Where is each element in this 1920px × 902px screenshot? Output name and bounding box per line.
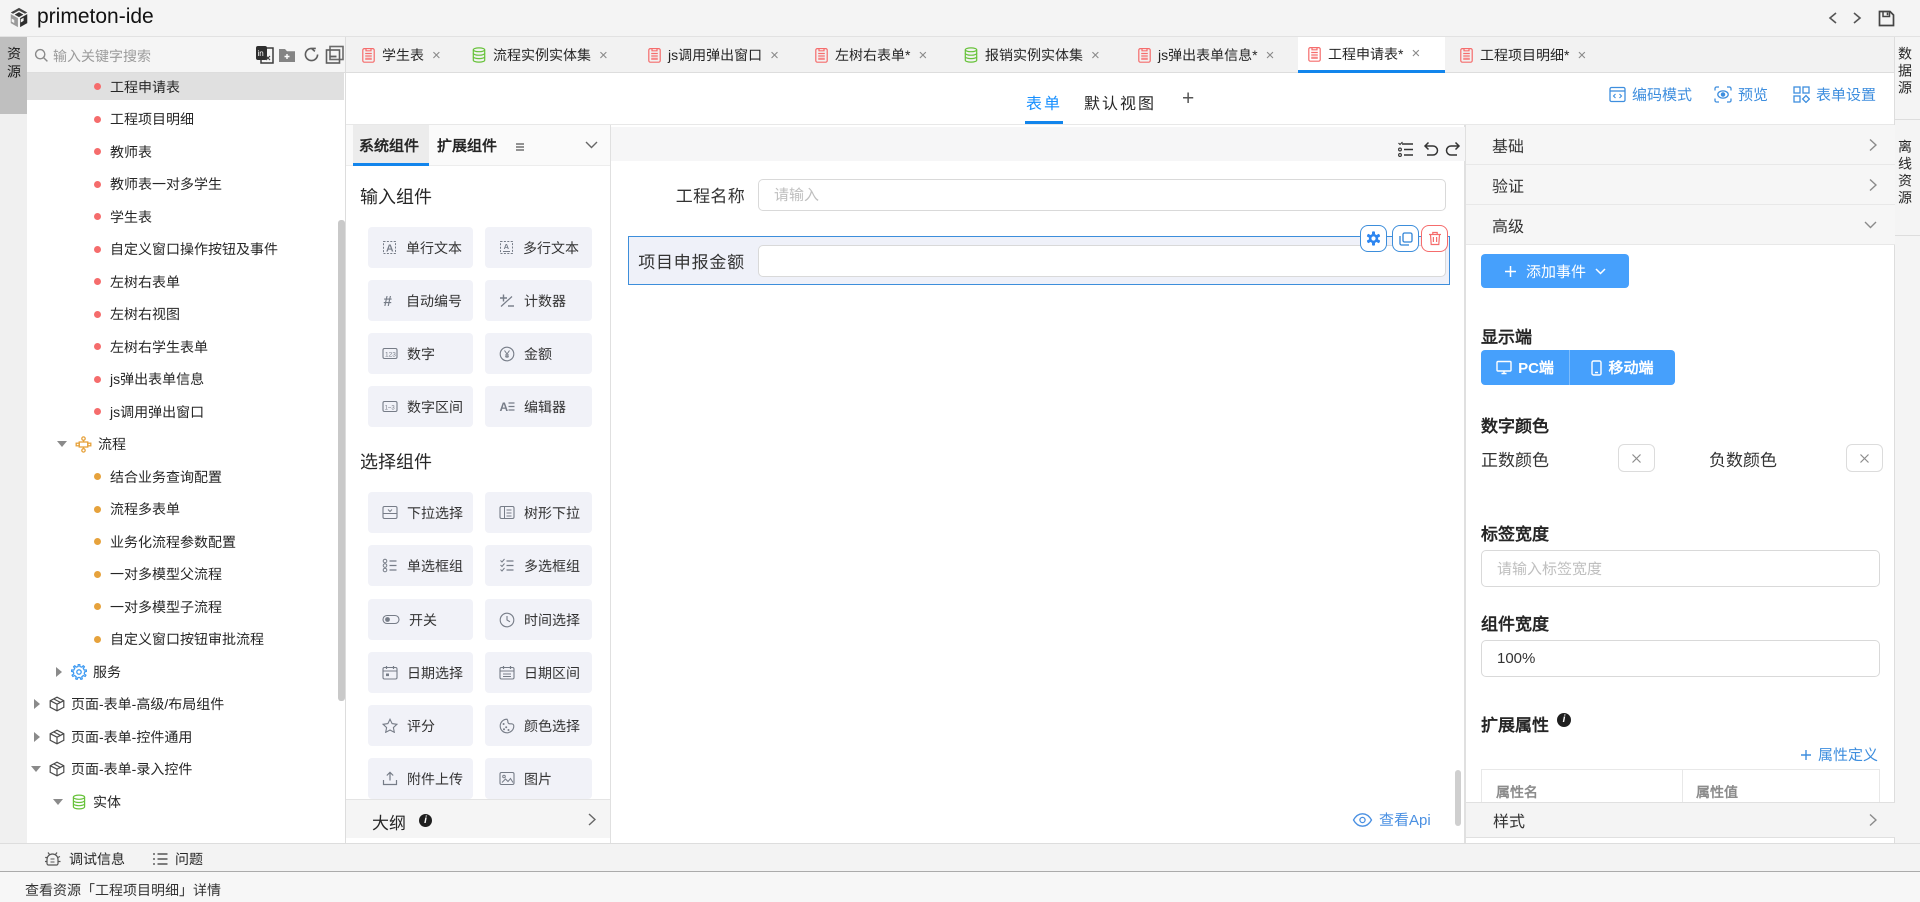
svg-text:A: A	[500, 400, 509, 414]
svg-text:1~3: 1~3	[385, 405, 396, 411]
svg-text:in: in	[258, 49, 264, 58]
svg-text:A: A	[386, 243, 394, 255]
svg-text:#: #	[384, 293, 393, 308]
svg-text:123: 123	[385, 352, 396, 359]
svg-text:A: A	[504, 242, 510, 251]
